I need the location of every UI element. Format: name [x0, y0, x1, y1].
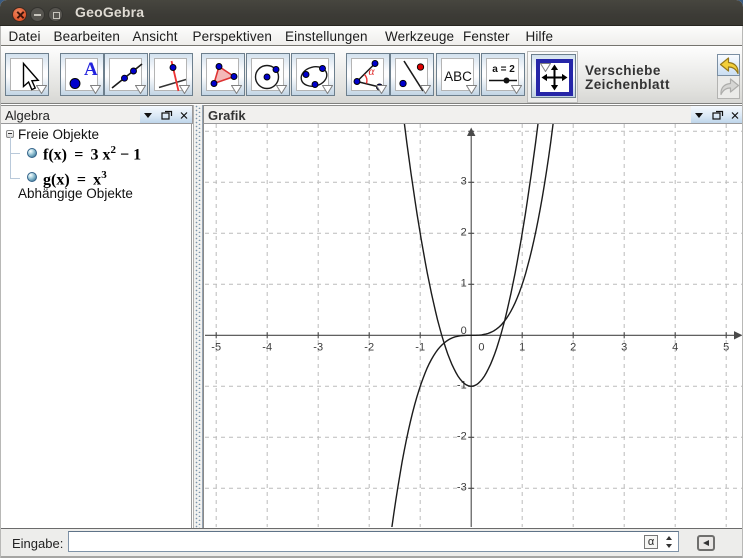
- svg-text:2: 2: [570, 342, 576, 354]
- svg-text:-4: -4: [262, 342, 272, 354]
- svg-text:1: 1: [461, 277, 467, 289]
- svg-text:5: 5: [723, 342, 729, 354]
- svg-text:α: α: [369, 66, 376, 78]
- svg-text:-2: -2: [364, 342, 374, 354]
- svg-text:-2: -2: [457, 430, 467, 442]
- svg-text:a = 2: a = 2: [492, 64, 515, 75]
- svg-text:2: 2: [461, 226, 467, 238]
- svg-text:3: 3: [461, 175, 467, 187]
- svg-text:ABC: ABC: [444, 69, 472, 84]
- svg-text:-1: -1: [415, 342, 425, 354]
- svg-text:A: A: [84, 60, 98, 80]
- svg-text:0: 0: [478, 342, 484, 354]
- svg-text:3: 3: [621, 342, 627, 354]
- svg-text:1: 1: [519, 342, 525, 354]
- svg-text:-5: -5: [211, 342, 221, 354]
- svg-text:-3: -3: [313, 342, 323, 354]
- svg-text:-3: -3: [457, 481, 467, 493]
- svg-text:4: 4: [672, 342, 678, 354]
